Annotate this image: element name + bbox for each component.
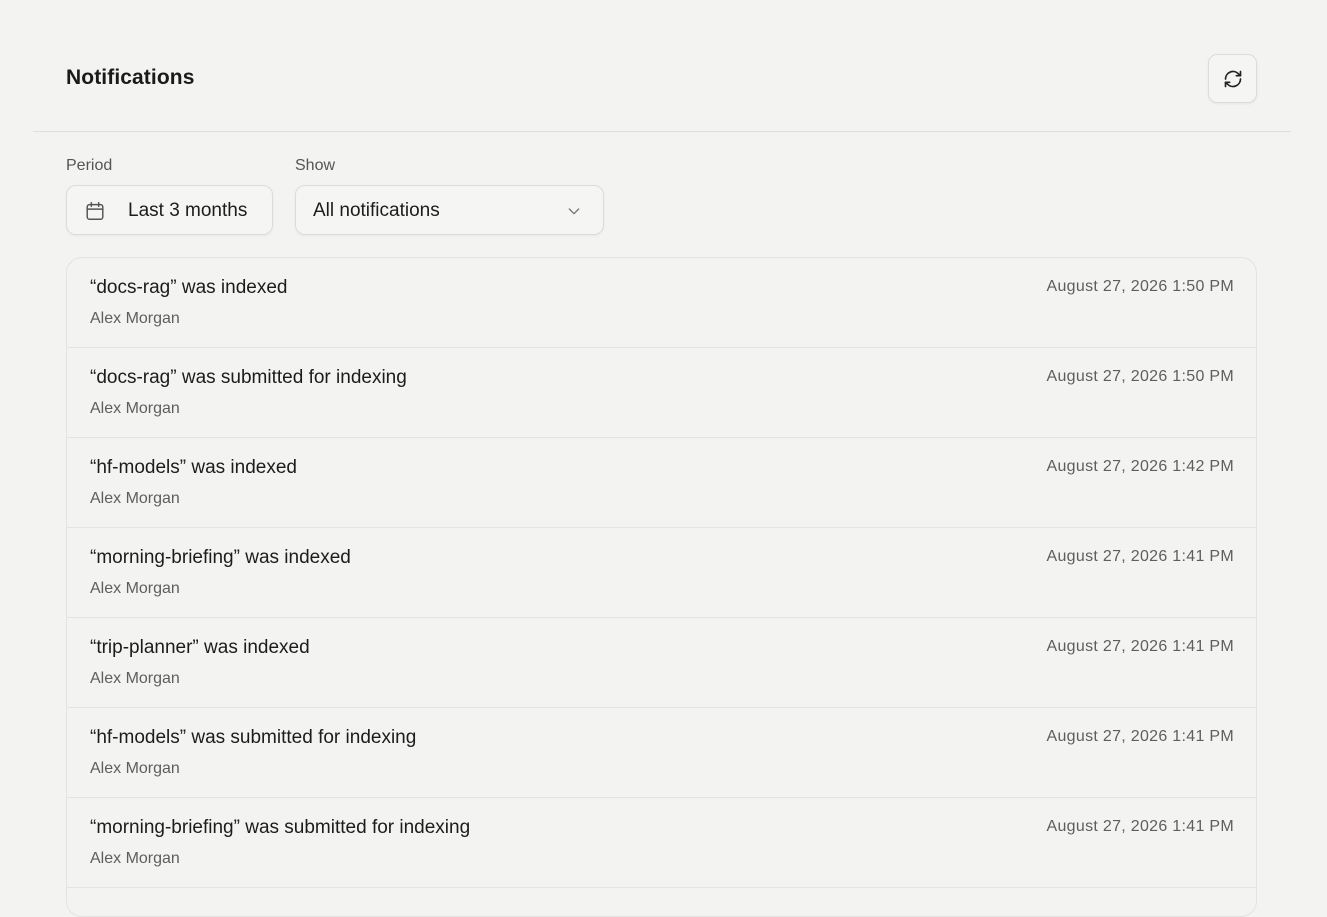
notification-title: “trip-planner” was indexed — [90, 637, 310, 658]
notification-item[interactable]: “hf-models” was submitted for indexing A… — [67, 708, 1256, 798]
refresh-button[interactable] — [1208, 54, 1257, 103]
notification-time: August 27, 2026 1:41 PM — [1046, 818, 1234, 835]
calendar-icon — [86, 202, 104, 220]
show-select[interactable]: All notifications — [295, 185, 604, 235]
period-label: Period — [66, 157, 113, 174]
notification-title: “hf-models” was submitted for indexing — [90, 727, 417, 748]
notification-title: “docs-rag” was indexed — [90, 277, 288, 298]
notification-time: August 27, 2026 1:41 PM — [1046, 638, 1234, 655]
notification-title: “hf-models” was indexed — [90, 457, 297, 478]
notification-author: Alex Morgan — [90, 490, 180, 507]
notification-author: Alex Morgan — [90, 310, 180, 327]
notification-list: “docs-rag” was indexed Alex Morgan Augus… — [66, 257, 1257, 917]
period-value: Last 3 months — [128, 200, 248, 221]
period-picker-button[interactable]: Last 3 months — [66, 185, 273, 235]
notification-title: “morning-briefing” was indexed — [90, 547, 351, 568]
notification-item[interactable]: “morning-briefing” was indexed Alex Morg… — [67, 528, 1256, 618]
notification-time: August 27, 2026 1:41 PM — [1046, 728, 1234, 745]
chevron-down-icon — [568, 208, 580, 215]
notification-author: Alex Morgan — [90, 400, 180, 417]
page-header: Notifications — [0, 0, 1327, 133]
notification-item[interactable]: “hf-models” was indexed Alex Morgan Augu… — [67, 438, 1256, 528]
notification-author: Alex Morgan — [90, 850, 180, 867]
header-divider — [33, 131, 1291, 132]
notification-item[interactable]: “docs-rag” was submitted for indexing Al… — [67, 348, 1256, 438]
notification-time: August 27, 2026 1:50 PM — [1046, 278, 1234, 295]
notification-time: August 27, 2026 1:41 PM — [1046, 548, 1234, 565]
notification-time: August 27, 2026 1:42 PM — [1046, 458, 1234, 475]
show-label: Show — [295, 157, 336, 174]
refresh-icon — [1224, 70, 1241, 87]
notification-author: Alex Morgan — [90, 760, 180, 777]
notification-title: “morning-briefing” was submitted for ind… — [90, 817, 471, 838]
notification-item[interactable]: “trip-planner” was indexed Alex Morgan A… — [67, 618, 1256, 708]
notification-item[interactable]: “morning-briefing” was submitted for ind… — [67, 798, 1256, 888]
notification-author: Alex Morgan — [90, 670, 180, 687]
notification-author: Alex Morgan — [90, 580, 180, 597]
notification-item[interactable]: “docs-rag” was indexed Alex Morgan Augus… — [67, 258, 1256, 348]
notification-time: August 27, 2026 1:50 PM — [1046, 368, 1234, 385]
notification-title: “docs-rag” was submitted for indexing — [90, 367, 407, 388]
show-select-value: All notifications — [313, 200, 440, 221]
page-title: Notifications — [66, 66, 195, 89]
